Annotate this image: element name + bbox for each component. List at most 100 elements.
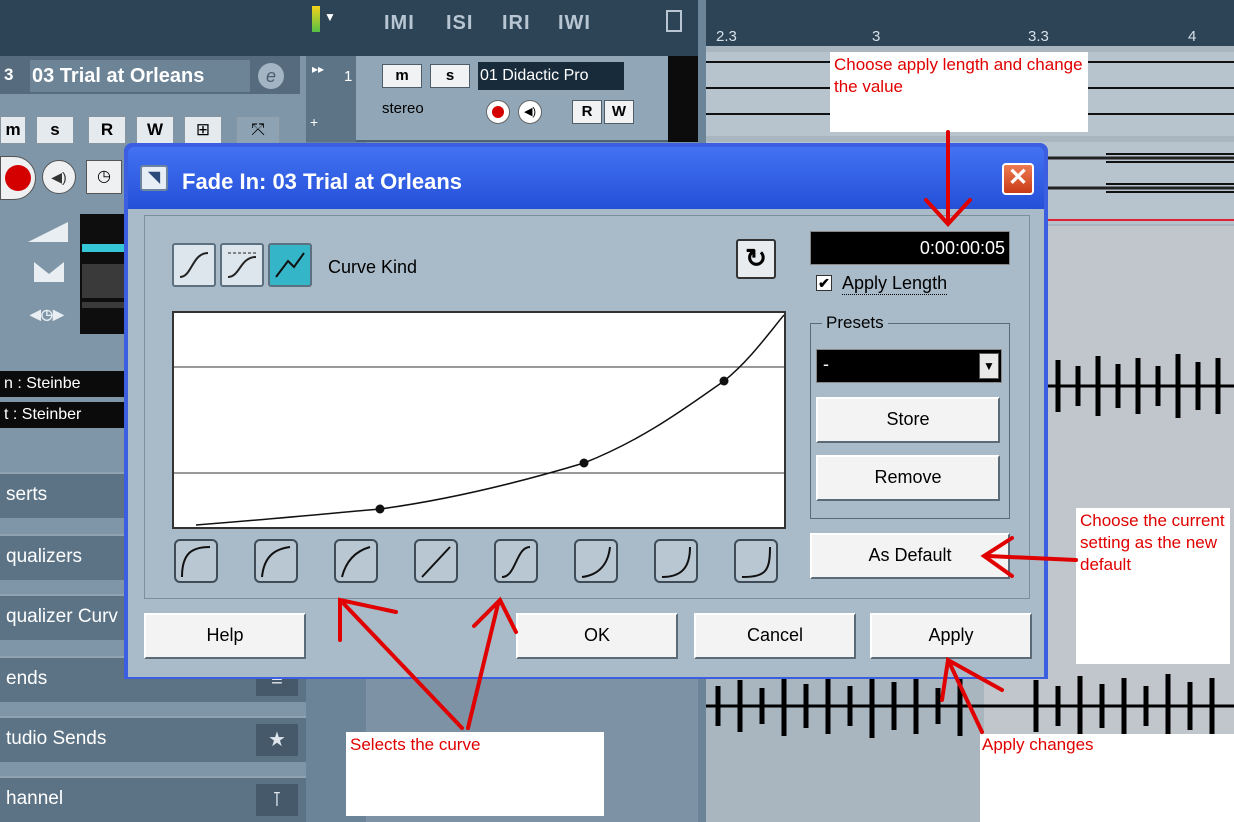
record-button[interactable] [0,156,36,200]
annotation-selects-curve: Selects the curve [346,732,604,816]
chevron-down-icon[interactable]: ▼ [979,353,999,379]
section-sends-label: ends [6,668,48,689]
restore-icon[interactable]: ↻ [736,239,776,279]
track-1-monitor-icon[interactable]: ◀) [518,100,542,124]
header-write-all[interactable]: IWI [558,12,591,35]
track-1-mute-button[interactable]: m [382,64,422,88]
volume-icon [28,222,68,242]
track-1-number: 1 [344,68,353,85]
dialog-title: Fade In: 03 Trial at Orleans [182,169,462,194]
channel-icon[interactable]: ⊺ [256,784,298,816]
track-1-stereo-label: stereo [382,100,424,117]
curve-shape-s-button[interactable] [494,539,538,583]
curve-kind-linear-button[interactable] [268,243,312,287]
write-button[interactable]: W [136,116,174,144]
input-routing[interactable]: n : Steinbe [0,371,124,397]
track-1-solo-button[interactable]: s [430,64,470,88]
section-equalizers-label: qualizers [6,546,83,567]
grid-icon[interactable]: ⊞ [184,116,222,144]
help-button[interactable]: Help [144,613,306,659]
header-solo-all[interactable]: ISI [446,12,473,35]
curve-shape-linear-button[interactable] [414,539,458,583]
curve-shape-1-button[interactable] [174,539,218,583]
store-button[interactable]: Store [816,397,1000,443]
expand-icon[interactable]: ▸▸ [312,62,324,76]
dialog-client-area: Curve Kind ↻ 0:00:00:05 ✔ Apply Length P… [128,209,1044,677]
track-list-header: ▼ IMI ISI IRI IWI [306,0,698,56]
preset-select[interactable]: - ▼ [816,349,1002,383]
curve-kind-spline-button[interactable] [172,243,216,287]
header-mute-all[interactable]: IMI [384,12,415,35]
presets-label: Presets [822,313,888,333]
apply-length-label[interactable]: Apply Length [842,273,948,295]
track-number: 3 [4,65,14,84]
section-studio-sends[interactable]: tudio Sends ★ [0,716,306,762]
ruler-tick: 2.3 [716,28,737,45]
curve-kind-label: Curve Kind [328,257,418,277]
annotation-as-default: Choose the current setting as the new de… [1076,508,1230,664]
output-routing[interactable]: t : Steinber [0,402,124,428]
curve-kind-damped-spline-button[interactable] [220,243,264,287]
track-1-meter [668,56,698,142]
ok-button[interactable]: OK [516,613,678,659]
track-1[interactable]: ▸▸ 1 + m s 01 Didactic Pro stereo ◀) R W [306,56,698,142]
monitor-icon[interactable]: ◀) [42,160,76,194]
apply-length-checkbox[interactable]: ✔ [816,275,832,291]
fade-curve-editor[interactable] [172,311,786,529]
section-channel[interactable]: hannel ⊺ [0,776,306,822]
section-studio-sends-label: tudio Sends [6,728,107,749]
dialog-app-icon: ◥ [140,165,168,191]
ruler-tick: 4 [1188,28,1197,45]
close-button[interactable]: ✕ [1002,163,1034,195]
curve-shape-2-button[interactable] [254,539,298,583]
preset-selected-value: - [823,354,829,374]
annotation-apply-length: Choose apply length and change the value [830,52,1088,132]
track-1-write-button[interactable]: W [604,100,634,124]
curve-shape-6-button[interactable] [574,539,618,583]
inspector-track-title[interactable]: 3 03 Trial at Orleans e [0,56,300,94]
curve-shape-7-button[interactable] [654,539,698,583]
track-color-icon[interactable] [312,6,320,32]
curve-shape-8-button[interactable] [734,539,778,583]
as-default-button[interactable]: As Default [810,533,1010,579]
header-read-all[interactable]: IRI [502,12,531,35]
track-name[interactable]: 03 Trial at Orleans [30,60,250,92]
record-icon [5,165,31,191]
mute-button[interactable]: m [0,116,26,144]
ruler-tick: 3 [872,28,881,45]
track-1-name[interactable]: 01 Didactic Pro [478,62,624,90]
bypass-icon[interactable]: ⤧ [236,116,280,144]
annotation-apply-changes: Apply changes [980,734,1234,822]
pan-icon [34,262,64,282]
fade-in-dialog: ◥ Fade In: 03 Trial at Orleans ✕ Curve K… [124,143,1048,679]
track-1-gutter: ▸▸ 1 + [306,56,356,142]
track-1-read-button[interactable]: R [572,100,602,124]
curve-point [579,458,589,468]
inspector-header [0,0,306,56]
timebase-icon[interactable]: ◷ [86,160,122,194]
section-equalizer-curve-label: qualizer Curv [6,606,118,627]
star-icon[interactable]: ★ [256,724,298,756]
cancel-button[interactable]: Cancel [694,613,856,659]
chevron-down-icon[interactable]: ▼ [324,10,336,24]
solo-button[interactable]: s [36,116,74,144]
window-layout-icon[interactable] [666,10,682,32]
track-1-record-button[interactable] [486,100,510,124]
remove-button[interactable]: Remove [816,455,1000,501]
fade-length-field[interactable]: 0:00:00:05 [810,231,1010,265]
section-inserts-label: serts [6,484,48,505]
edit-channel-icon[interactable]: e [258,63,284,89]
dialog-title-bar[interactable]: ◥ Fade In: 03 Trial at Orleans ✕ [128,147,1044,209]
read-button[interactable]: R [88,116,126,144]
fade-curve-graph [174,314,785,526]
add-lane-icon[interactable]: + [310,114,318,130]
curve-shape-3-button[interactable] [334,539,378,583]
apply-button[interactable]: Apply [870,613,1032,659]
section-channel-label: hannel [6,788,64,809]
timeline-ruler[interactable]: 2.3 3 3.3 4 [706,0,1234,46]
delay-icon: ◀◷▶ [30,306,64,322]
curve-point [719,376,729,386]
curve-point [375,504,385,514]
ruler-tick: 3.3 [1028,28,1049,45]
record-icon [492,106,504,118]
